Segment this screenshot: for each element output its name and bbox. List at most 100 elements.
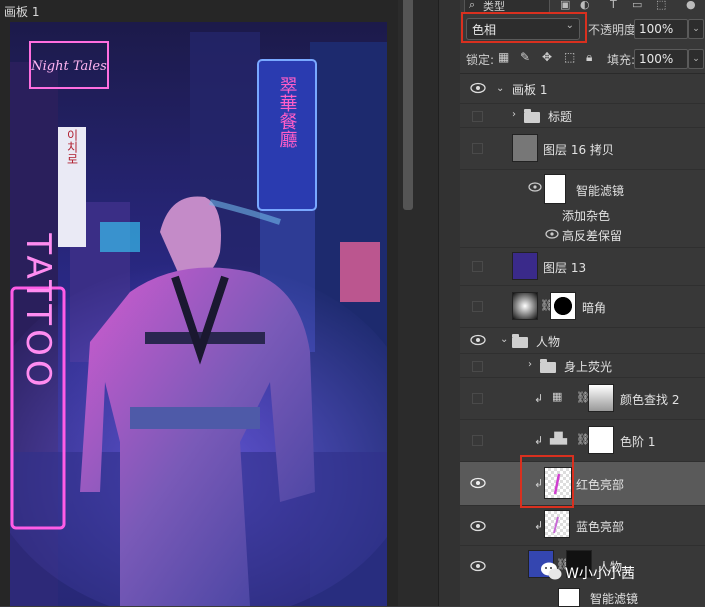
layer-name: 蓝色亮部 [576,520,625,534]
search-icon: ⌕ [469,0,476,11]
filter-smart-icon[interactable]: ⬚ [656,0,666,11]
filter-toggle-icon[interactable]: ● [686,0,696,11]
layer-name: 智能滤镜 [590,592,639,606]
clipping-arrow-icon: ↲ [534,519,544,532]
eye-icon[interactable] [470,477,486,491]
layer-thumbnail [544,467,572,499]
filter-text-icon[interactable]: T [610,0,617,11]
filter-add-noise[interactable]: 添加杂色 [460,206,705,224]
clipping-arrow-icon: ↲ [534,477,544,490]
layer-name: 图层 13 [543,261,587,275]
layer-thumbnail [544,510,570,538]
sign-night-tales: Night Tales [30,59,107,74]
visibility-toggle[interactable] [472,393,483,404]
eye-icon[interactable] [470,82,486,96]
layer-filter-row: ⌕ 类型 ▣ ◐ T ▭ ⬚ ● [460,0,705,14]
visibility-toggle[interactable] [472,261,483,272]
lock-transparency-icon[interactable]: ▦ [498,50,509,64]
eye-icon[interactable] [470,520,486,534]
filter-kind-label: 类型 [483,0,505,13]
filter-high-pass[interactable]: 高反差保留 [460,224,705,248]
layer-row-blue-highlights[interactable]: ↲ 蓝色亮部 [460,506,705,546]
expand-arrow-icon[interactable]: › [512,109,516,120]
filter-pixel-icon[interactable]: ▣ [560,0,570,11]
visibility-toggle[interactable] [472,361,483,372]
canvas-area[interactable]: 画板 1 Night Tales 翠華餐廳 이치로 TATTOO [0,0,398,606]
artwork-image[interactable]: Night Tales 翠華餐廳 이치로 TATTOO [10,22,387,606]
sign-hanja: 翠華餐廳 [277,76,298,148]
eye-icon[interactable] [470,334,486,348]
lock-all-icon[interactable]: 🔒︎ [586,50,592,65]
panel-divider[interactable] [438,0,461,606]
layer-row-levels[interactable]: ↲ ▟▙ ⛓ 色阶 1 [460,420,705,462]
fill-label: 填充: [607,53,636,67]
fill-field[interactable]: 100% [634,49,688,69]
opacity-value: 100% [639,22,674,36]
layer-row-title-group[interactable]: › 标题 [460,104,705,128]
clipping-arrow-icon: ↲ [534,392,544,405]
clipping-arrow-icon: ↲ [534,434,544,447]
layer-mask-thumbnail [550,292,576,320]
blend-mode-value: 色相 [472,23,497,37]
layer-row-person-group[interactable]: ⌄ 人物 [460,328,705,354]
layer-thumbnail [512,134,538,162]
layer-name: 标题 [548,110,573,124]
layer-thumbnail [512,292,538,320]
layer-mask-thumbnail [588,384,614,412]
fill-value: 100% [639,52,674,66]
artwork-illustration: Night Tales 翠華餐廳 이치로 TATTOO [10,22,387,606]
artboard-label: 画板 1 [4,5,40,19]
layer-row-layer13[interactable]: 图层 13 [460,248,705,286]
lock-paint-icon[interactable]: ✎ [520,50,530,64]
opacity-label: 不透明度: [588,23,641,37]
visibility-toggle[interactable] [472,301,483,312]
eye-icon[interactable] [470,560,486,574]
layer-name: 人物 [536,335,561,349]
collapse-arrow-icon[interactable]: ⌄ [496,83,504,94]
layer-row-layer16-copy[interactable]: 图层 16 拷贝 [460,128,705,170]
filter-adjust-icon[interactable]: ◐ [580,0,590,11]
layer-name: 画板 1 [512,83,548,97]
expand-arrow-icon[interactable]: › [528,359,532,370]
opacity-field[interactable]: 100% [634,19,688,39]
layer-row-red-highlights[interactable]: ↲ 红色亮部 [460,462,705,506]
sign-tattoo: TATTOO [18,232,58,390]
color-lookup-icon: ▦ [552,390,563,403]
lock-position-icon[interactable]: ✥ [542,50,552,64]
scrollbar-thumb[interactable] [403,0,413,210]
smart-filters-row-bottom[interactable]: 智能滤镜 [460,586,705,607]
folder-icon [524,109,540,123]
filter-shape-icon[interactable]: ▭ [632,0,642,11]
blend-mode-select[interactable]: 色相 ⌄ [466,18,580,40]
opacity-dropdown-icon[interactable]: ⌄ [688,19,704,39]
lock-label: 锁定: [466,53,495,67]
visibility-toggle[interactable] [472,111,483,122]
wechat-icon [541,562,562,580]
layers-list: ⌄ 画板 1 › 标题 图层 16 拷贝 智能滤镜 添加杂色 高反差保留 图层 … [460,73,705,607]
visibility-toggle[interactable] [472,143,483,154]
layer-row-color-lookup[interactable]: ↲ ▦ ⛓ 颜色查找 2 [460,378,705,420]
layer-row-artboard[interactable]: ⌄ 画板 1 [460,74,705,104]
sign-korean: 이치로 [65,129,79,165]
layer-name: 颜色查找 2 [620,393,680,407]
vertical-scrollbar[interactable] [398,0,461,606]
layer-row-body-glow-group[interactable]: › 身上荧光 [460,354,705,378]
lock-artboard-icon[interactable]: ⬚ [564,50,575,64]
visibility-toggle[interactable] [472,435,483,446]
smart-filters-row[interactable]: 智能滤镜 [460,170,705,206]
chevron-down-icon: ⌄ [565,20,574,31]
layers-panel: ⌕ 类型 ▣ ◐ T ▭ ⬚ ● 色相 ⌄ 不透明度: 100% ⌄ 锁定: ▦… [460,0,705,607]
filter-mask-thumbnail [544,174,566,204]
layer-name: 智能滤镜 [576,184,625,198]
layer-thumbnail [512,252,538,280]
levels-histogram-icon: ▟▙ [550,432,567,445]
layer-name: 高反差保留 [562,229,623,243]
layer-row-vignette[interactable]: ⛓ 暗角 [460,286,705,328]
folder-open-icon [512,334,528,348]
layer-name: 暗角 [582,301,607,315]
layer-filter-select[interactable]: ⌕ 类型 [464,0,550,14]
fill-dropdown-icon[interactable]: ⌄ [688,49,704,69]
eye-icon[interactable] [528,182,544,196]
collapse-arrow-icon[interactable]: ⌄ [500,334,508,345]
eye-icon[interactable] [545,229,561,243]
